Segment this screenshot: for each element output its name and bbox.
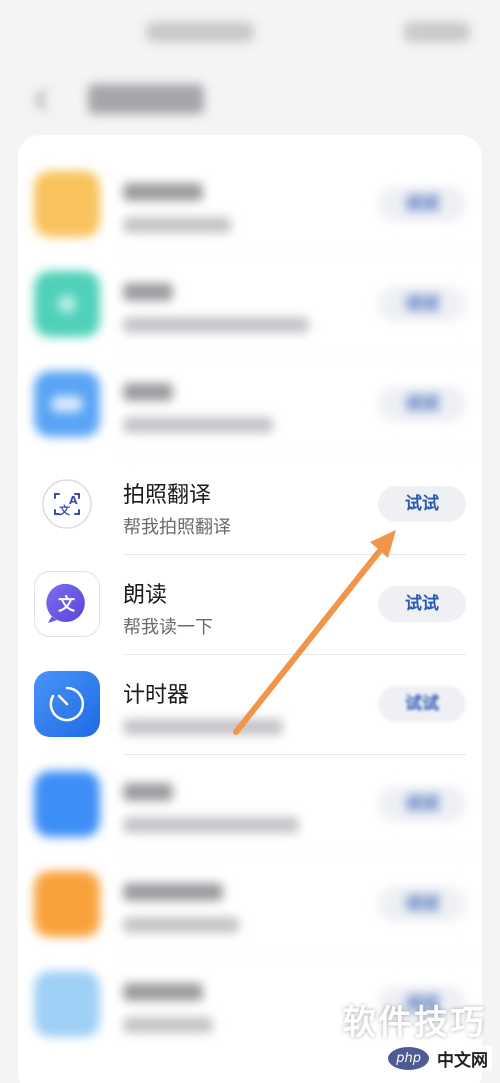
list-item-title [123,883,223,901]
timer-icon [34,671,100,737]
app-icon [34,271,100,337]
status-time [146,22,254,42]
status-icons [404,22,470,42]
svg-text:文: 文 [59,503,71,517]
top-bar [0,70,500,130]
app-icon [34,771,100,837]
list-item-title [123,783,173,801]
list-item-subtitle [123,719,283,735]
skills-list: 试试 试试 试试 A 文 拍照翻译 帮我拍照翻译 试试 文 朗读 帮我读一下 试… [18,135,482,1083]
list-item[interactable]: 试试 [18,855,482,955]
app-icon [34,871,100,937]
list-item[interactable]: 试试 [18,355,482,455]
list-item-title: 朗读 [123,583,168,608]
watermark-logo: php 中文网 [388,1042,492,1074]
app-icon [34,971,100,1037]
list-item-subtitle: 帮我读一下 [123,617,213,638]
list-item-title: 拍照翻译 [123,483,212,508]
list-item-title [123,183,203,201]
svg-text:文: 文 [58,594,76,615]
php-logo-badge: php [388,1046,429,1070]
read-aloud-icon: 文 [34,571,100,637]
try-button-timer[interactable]: 试试 [378,686,466,722]
folder-icon [34,171,100,237]
try-button[interactable]: 试试 [378,786,466,822]
try-button[interactable]: 试试 [378,886,466,922]
list-item[interactable]: 试试 [18,155,482,255]
watermark-text: 软件技巧 [342,1003,486,1043]
photo-translate-icon: A 文 [34,471,100,537]
list-item[interactable]: 试试 [18,255,482,355]
list-item-subtitle [123,1017,213,1033]
try-button[interactable]: 试试 [378,186,466,222]
list-item-title [123,383,173,401]
list-item-subtitle [123,917,239,933]
list-item-read-aloud[interactable]: 文 朗读 帮我读一下 试试 [18,555,482,655]
weather-icon [34,371,100,437]
list-item-title: 计时器 [123,683,190,708]
try-button[interactable]: 试试 [378,286,466,322]
back-arrow-icon[interactable] [30,88,54,112]
list-item-subtitle [123,317,309,333]
try-button-photo-translate[interactable]: 试试 [378,486,466,522]
list-item-title [123,983,203,1001]
status-bar [0,0,500,60]
list-item-subtitle [123,817,299,833]
list-item-subtitle: 帮我拍照翻译 [123,517,231,538]
list-item-photo-translate[interactable]: A 文 拍照翻译 帮我拍照翻译 试试 [18,455,482,555]
try-button[interactable]: 试试 [378,386,466,422]
list-item-subtitle [123,417,273,433]
list-item-title [123,283,173,301]
list-item[interactable]: 试试 [18,755,482,855]
watermark-site-name: 中文网 [433,1045,492,1071]
list-item-timer[interactable]: 计时器 试试 [18,655,482,755]
page-title [88,84,204,114]
list-item-subtitle [123,217,231,233]
try-button-read-aloud[interactable]: 试试 [378,586,466,622]
svg-text:A: A [69,494,78,507]
